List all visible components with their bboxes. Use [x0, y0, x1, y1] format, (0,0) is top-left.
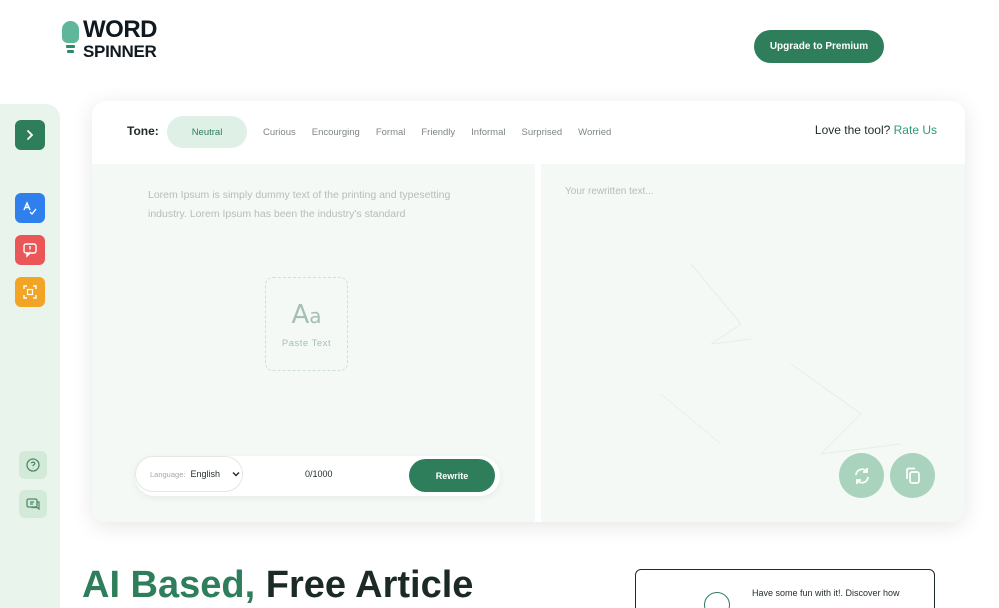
scan-icon — [23, 285, 37, 299]
sidebar-help-button[interactable] — [19, 451, 47, 479]
regenerate-button[interactable] — [839, 453, 884, 498]
tone-option-informal[interactable]: Informal — [463, 116, 513, 148]
sidebar-feedback-button[interactable] — [19, 490, 47, 518]
help-icon — [26, 458, 40, 472]
hero-headline: AI Based, Free Article — [82, 564, 473, 607]
tone-option-neutral[interactable]: Neutral — [167, 116, 247, 148]
lightbulb-logo-icon — [62, 19, 80, 59]
language-label: Language: — [150, 469, 186, 479]
refresh-icon — [854, 467, 869, 484]
chevron-right-icon — [27, 130, 34, 140]
left-sidebar — [0, 104, 60, 608]
tone-option-formal[interactable]: Formal — [368, 116, 414, 148]
paste-text-button[interactable]: Aa Paste Text — [265, 277, 348, 371]
logo-line-2: SPINNER — [83, 42, 157, 61]
input-textarea[interactable]: Lorem Ipsum is simply dummy text of the … — [148, 186, 488, 224]
sidebar-tool-grammar[interactable] — [15, 235, 45, 265]
output-panel: Your rewritten text... — [541, 164, 965, 522]
tone-toolbar: Tone: Neutral Curious Encourging Formal … — [92, 101, 965, 161]
hero-rest: Free Article — [265, 564, 474, 606]
hero-accent: AI Based, — [82, 564, 256, 606]
promo-text: Have some fun with it!. Discover how — [752, 588, 900, 598]
tone-option-worried[interactable]: Worried — [570, 116, 619, 148]
logo-wordmark: WORD SPINNER — [83, 16, 157, 61]
language-select[interactable]: Language: English — [135, 456, 243, 492]
rewrite-button[interactable]: Rewrite — [409, 459, 495, 492]
lightbulb-icon — [704, 592, 730, 608]
promo-card[interactable]: Have some fun with it!. Discover how — [635, 569, 935, 608]
language-value: English — [190, 469, 220, 479]
output-placeholder: Your rewritten text... — [565, 186, 654, 197]
chevron-down-icon — [232, 472, 240, 477]
tone-option-curious[interactable]: Curious — [255, 116, 304, 148]
logo-line-1: WORD — [83, 16, 157, 43]
rate-prompt: Love the tool? Rate Us — [815, 123, 937, 137]
tone-option-encouraging[interactable]: Encourging — [304, 116, 368, 148]
tone-label: Tone: — [127, 124, 159, 138]
sidebar-expand-button[interactable] — [15, 120, 45, 150]
chat-icon — [26, 498, 40, 511]
sidebar-tool-scan[interactable] — [15, 277, 45, 307]
paste-text-label: Paste Text — [281, 337, 332, 349]
logo[interactable]: WORD SPINNER — [62, 18, 157, 60]
copy-button[interactable] — [890, 453, 935, 498]
sidebar-tool-paraphrase[interactable] — [15, 193, 45, 223]
character-count: 0/1000 — [305, 469, 333, 479]
tone-option-friendly[interactable]: Friendly — [413, 116, 463, 148]
spellcheck-icon — [23, 201, 37, 216]
rewriter-card: Tone: Neutral Curious Encourging Formal … — [92, 101, 965, 522]
text-format-icon: Aa — [291, 299, 322, 330]
rate-us-link[interactable]: Rate Us — [894, 123, 937, 137]
rate-prefix: Love the tool? — [814, 123, 891, 137]
upgrade-premium-button[interactable]: Upgrade to Premium — [754, 30, 884, 63]
copy-icon — [905, 467, 920, 484]
tone-options: Neutral Curious Encourging Formal Friend… — [167, 116, 619, 148]
chat-alert-icon — [23, 243, 37, 258]
input-controls: Language: English 0/1000 Rewrite — [135, 456, 500, 496]
tone-option-surprised[interactable]: Surprised — [514, 116, 571, 148]
